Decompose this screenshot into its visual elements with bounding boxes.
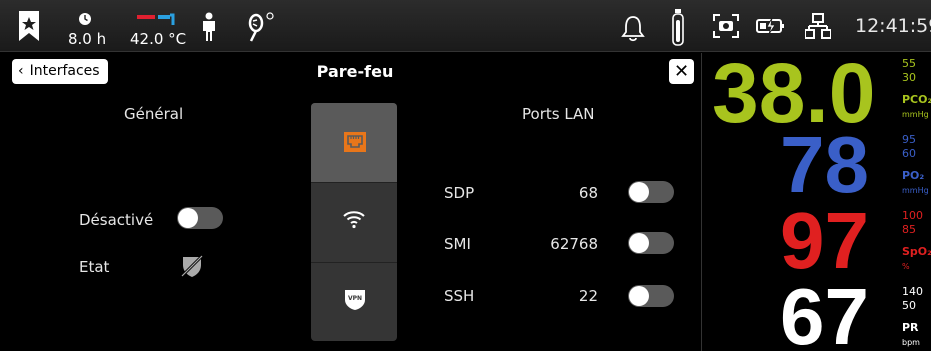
- selector-item-vpn[interactable]: VPN: [311, 263, 397, 341]
- firewall-panel: ‹ Interfaces Pare-feu ✕ Général Désactiv…: [0, 53, 700, 351]
- close-button[interactable]: ✕: [669, 59, 694, 84]
- po2-high-limit: 95: [902, 133, 916, 146]
- general-heading: Général: [124, 105, 184, 123]
- port-name-ssh: SSH: [444, 287, 475, 305]
- battery-charging-icon: [756, 17, 784, 35]
- sensor-probe-icon[interactable]: [246, 12, 274, 42]
- vpn-icon-text: VPN: [348, 295, 362, 302]
- vpn-icon: VPN: [345, 290, 365, 310]
- pr-unit: bpm: [902, 338, 920, 347]
- spo2-value: 97: [780, 196, 869, 285]
- patient-icon[interactable]: [200, 12, 218, 42]
- spo2-high-limit: 100: [902, 209, 923, 222]
- po2-label: PO₂: [902, 169, 925, 182]
- port-number-smi: 62768: [550, 235, 598, 253]
- port-name-smi: SMI: [444, 235, 471, 253]
- lan-ports-heading: Ports LAN: [522, 105, 595, 123]
- toggle-knob: [629, 182, 649, 202]
- firewall-disabled-toggle[interactable]: [177, 207, 223, 229]
- pr-value: 67: [780, 272, 869, 351]
- port-number-sdp: 68: [578, 184, 598, 202]
- screenshot-icon[interactable]: [713, 14, 739, 38]
- timer-icon: [79, 13, 91, 25]
- close-icon: ✕: [673, 61, 690, 82]
- network-icon[interactable]: [805, 13, 831, 39]
- wifi-icon: [343, 211, 365, 229]
- pr-label: PR: [902, 321, 919, 334]
- shield-off-icon: [180, 254, 204, 278]
- temperature-range-icon: [137, 13, 175, 25]
- spo2-label: SpO₂: [902, 245, 931, 258]
- po2-unit: mmHg: [902, 186, 929, 195]
- pco2-unit: mmHg: [902, 110, 929, 119]
- port-toggle-smi[interactable]: [628, 232, 674, 254]
- state-label: Etat: [79, 258, 110, 276]
- temperature-value: 42.0 °C: [130, 30, 187, 48]
- chevron-left-icon: ‹: [18, 63, 24, 79]
- back-button[interactable]: ‹ Interfaces: [12, 59, 108, 84]
- back-button-label: Interfaces: [29, 63, 100, 79]
- pco2-low-limit: 30: [902, 71, 916, 84]
- page-title: Pare-feu: [316, 62, 394, 81]
- pr-high-limit: 140: [902, 285, 923, 298]
- ethernet-icon: [344, 132, 366, 152]
- port-toggle-sdp[interactable]: [628, 181, 674, 203]
- timer-value: 8.0 h: [68, 30, 107, 48]
- pco2-label: PCO₂: [902, 93, 931, 106]
- alarm-bell-icon[interactable]: [620, 14, 646, 42]
- gas-cylinder-icon[interactable]: [671, 8, 685, 46]
- toggle-knob: [629, 233, 649, 253]
- pr-low-limit: 50: [902, 299, 916, 312]
- disabled-label: Désactivé: [79, 211, 154, 229]
- bookmark-star-icon[interactable]: [18, 10, 40, 42]
- port-toggle-ssh[interactable]: [628, 285, 674, 307]
- toggle-knob: [629, 286, 649, 306]
- port-number-ssh: 22: [578, 287, 598, 305]
- clock: 12:41:59: [855, 15, 931, 37]
- po2-value: 78: [780, 120, 869, 209]
- status-bar: 8.0 h 42.0 °C 12:41:5: [0, 0, 931, 52]
- pco2-high-limit: 55: [902, 57, 916, 70]
- toggle-knob: [178, 208, 198, 228]
- interface-selector: VPN: [311, 103, 397, 341]
- selector-item-ethernet[interactable]: [311, 103, 397, 183]
- spo2-unit: %: [902, 262, 910, 271]
- po2-low-limit: 60: [902, 147, 916, 160]
- vitals-panel: 38.0 55 30 PCO₂ mmHg 78 95 60 PO₂ mmHg 9…: [701, 51, 931, 351]
- port-name-sdp: SDP: [444, 184, 475, 202]
- selector-item-wifi[interactable]: [311, 183, 397, 263]
- spo2-low-limit: 85: [902, 223, 916, 236]
